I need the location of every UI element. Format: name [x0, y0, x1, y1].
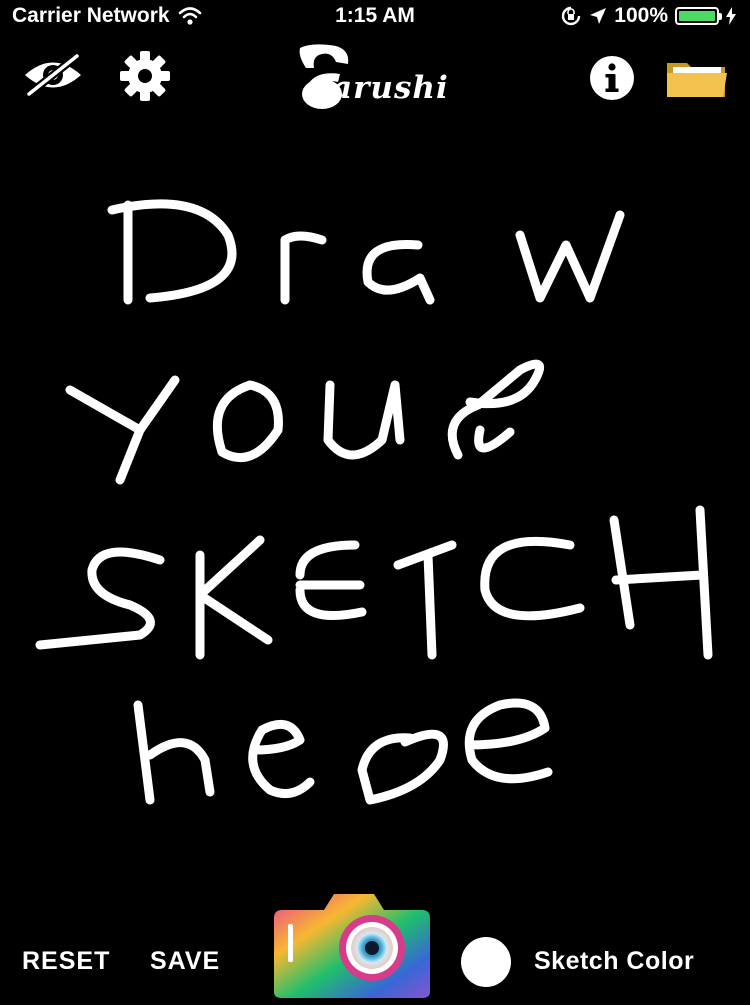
battery-icon: [675, 7, 722, 25]
sketch-stroke-your: [65, 359, 544, 485]
folder-icon: [667, 63, 727, 97]
location-arrow-icon: [590, 8, 607, 24]
sketch-stroke-here: [133, 698, 553, 805]
open-folder-button[interactable]: [664, 54, 730, 104]
camera-button[interactable]: [272, 890, 434, 1000]
bottom-toolbar: RESET SAVE Sketch Color: [0, 885, 750, 1000]
sketch-color-swatch[interactable]: [461, 937, 511, 987]
sketch-color-button[interactable]: Sketch Color: [534, 947, 694, 976]
settings-button[interactable]: [112, 51, 178, 101]
app-logo: arushi: [292, 42, 462, 112]
hide-toolbar-button[interactable]: [20, 54, 86, 96]
info-button[interactable]: [588, 54, 636, 102]
status-right: 100%: [560, 4, 736, 28]
top-toolbar: arushi: [0, 40, 750, 110]
gear-icon: [120, 51, 170, 101]
sketch-stroke-sketch: [35, 505, 713, 660]
info-icon: [590, 56, 634, 100]
reset-button[interactable]: RESET: [22, 947, 110, 976]
sketch-strokes: [35, 199, 713, 805]
charging-bolt-icon: [726, 7, 736, 25]
camera-icon: [274, 894, 430, 998]
sketch-stroke-draw: [107, 199, 625, 305]
save-button[interactable]: SAVE: [150, 947, 220, 976]
battery-percent: 100%: [614, 4, 668, 27]
drawing-canvas[interactable]: [0, 120, 750, 880]
logo-text: arushi: [332, 70, 449, 106]
eye-slash-icon: [25, 54, 81, 96]
battery-fill: [679, 11, 715, 21]
rotation-lock-icon: [562, 6, 581, 26]
status-bar: Carrier Network 1:15 AM 100%: [0, 0, 750, 32]
